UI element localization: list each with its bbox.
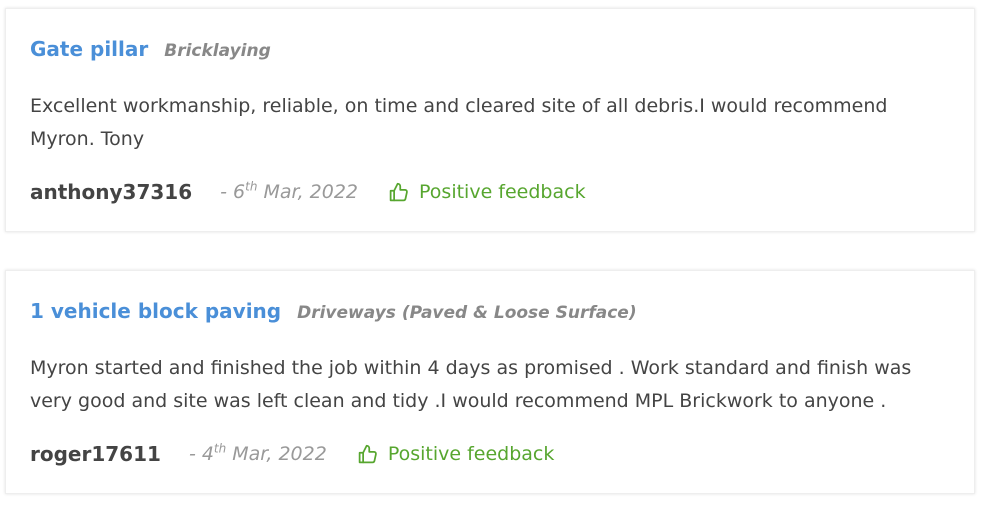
review-meta: roger17611 - 4th Mar, 2022 Positive feed… <box>30 439 950 469</box>
positive-feedback-badge: Positive feedback <box>388 181 586 203</box>
review-card: 1 vehicle block paving Driveways (Paved … <box>5 270 975 494</box>
positive-feedback-badge: Positive feedback <box>357 443 555 465</box>
review-date: - 6th Mar, 2022 <box>220 181 358 203</box>
review-text-line: Myron started and finished the job withi… <box>30 357 912 379</box>
feedback-label: Positive feedback <box>419 181 586 203</box>
review-text: Excellent workmanship, reliable, on time… <box>30 90 950 156</box>
review-header: 1 vehicle block paving Driveways (Paved … <box>30 299 950 327</box>
date-day: - 4 <box>188 443 214 465</box>
reviewer-username: anthony37316 <box>30 180 193 204</box>
thumbs-up-icon <box>389 182 408 201</box>
job-title-link[interactable]: 1 vehicle block paving <box>30 299 281 323</box>
reviewer-username: roger17611 <box>30 442 161 466</box>
date-ordinal: th <box>245 179 258 194</box>
date-month-year: Mar, 2022 <box>226 443 327 465</box>
review-date: - 4th Mar, 2022 <box>189 443 327 465</box>
feedback-label: Positive feedback <box>387 443 555 465</box>
review-text-line: very good and site was left clean and ti… <box>30 390 887 412</box>
review-text-line: Excellent workmanship, reliable, on time… <box>30 95 888 117</box>
date-ordinal: th <box>213 441 227 456</box>
thumbs-up-icon <box>358 444 377 463</box>
date-month-year: Mar, 2022 <box>257 181 359 203</box>
review-text-line: Myron. Tony <box>30 128 145 150</box>
review-card: Gate pillar Bricklaying Excellent workma… <box>5 8 975 232</box>
job-category: Driveways (Paved & Loose Surface) <box>297 303 637 323</box>
review-header: Gate pillar Bricklaying <box>30 37 950 65</box>
date-day: - 6 <box>220 181 246 203</box>
review-meta: anthony37316 - 6th Mar, 2022 Positive fe… <box>30 177 950 207</box>
job-title-link[interactable]: Gate pillar <box>30 37 148 61</box>
review-list: Gate pillar Bricklaying Excellent workma… <box>0 0 987 510</box>
review-text: Myron started and finished the job withi… <box>30 352 950 418</box>
job-category: Bricklaying <box>164 41 271 61</box>
